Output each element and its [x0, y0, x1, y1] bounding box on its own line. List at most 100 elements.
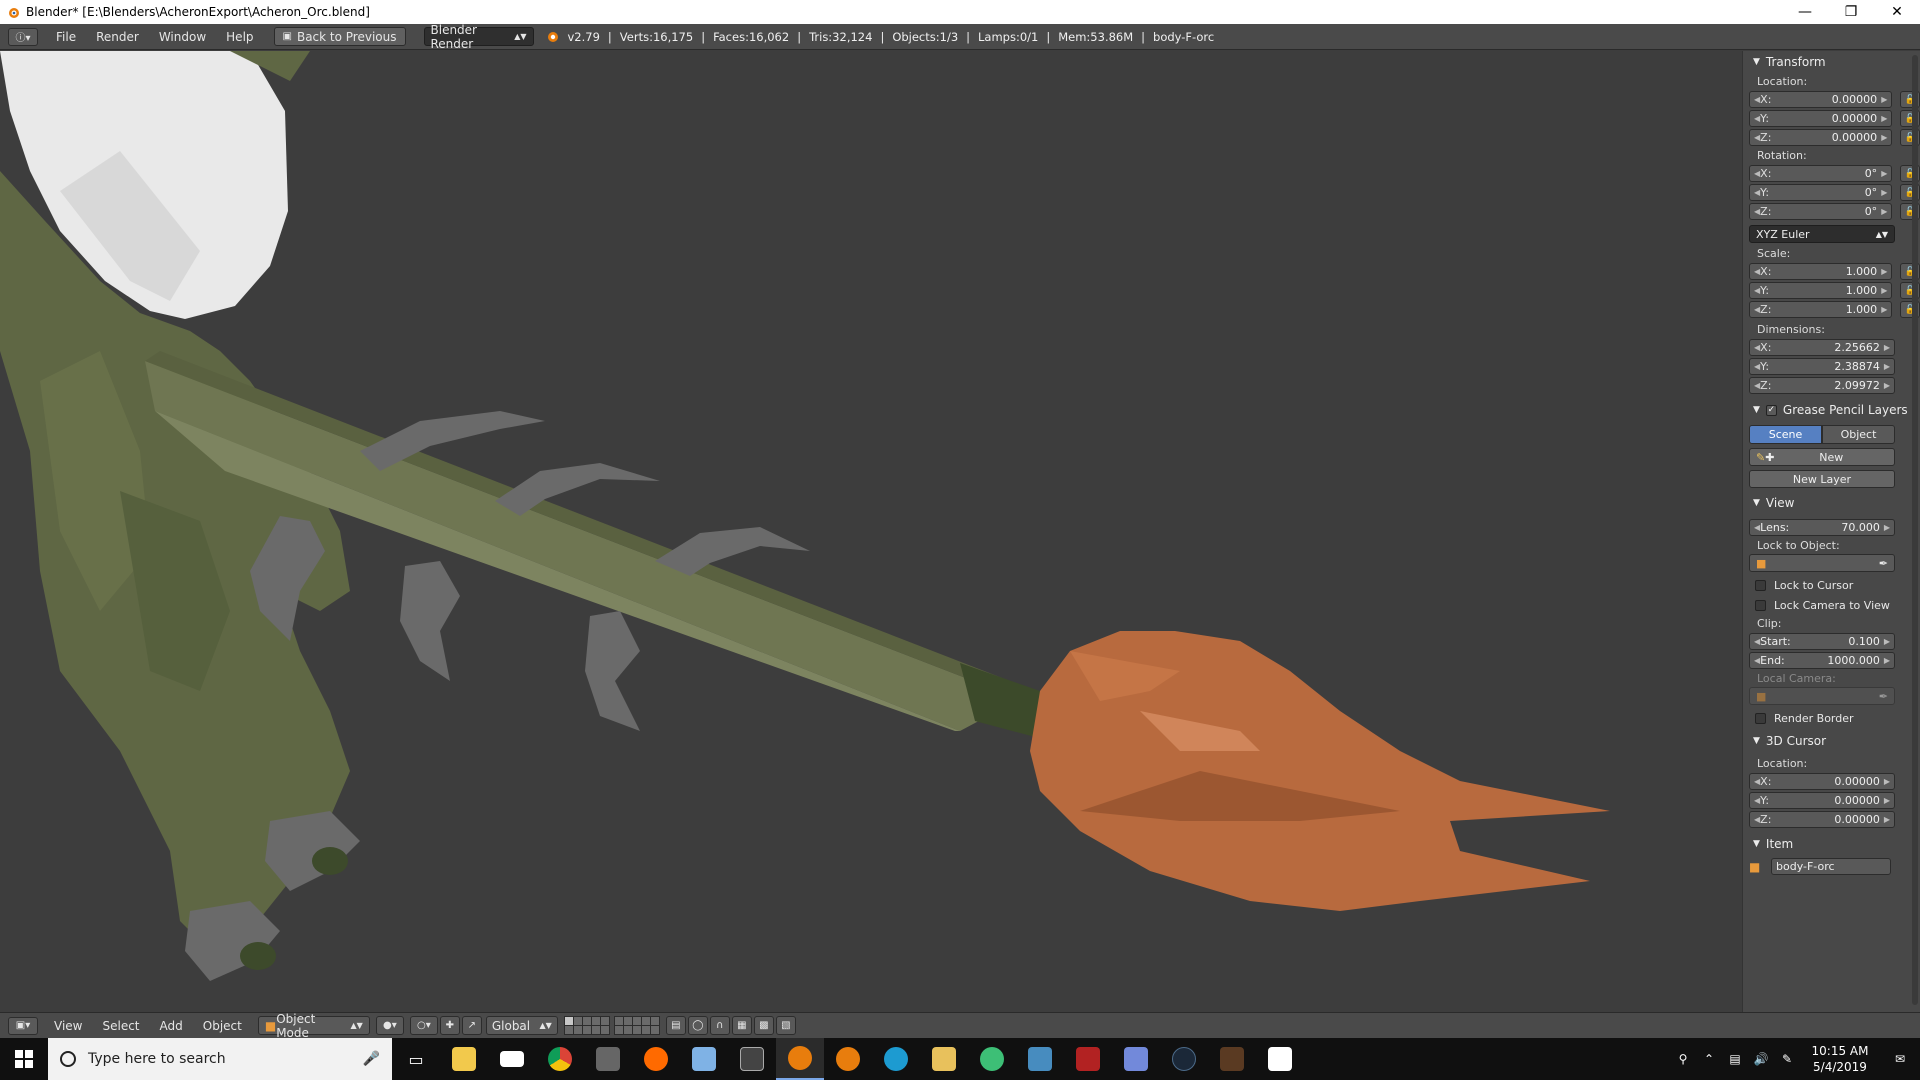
- location-z-field[interactable]: ◀ Z: 0.00000 ▶: [1749, 129, 1893, 146]
- app-button-4[interactable]: [968, 1038, 1016, 1080]
- app-button-1[interactable]: [584, 1038, 632, 1080]
- wordpress-button[interactable]: [872, 1038, 920, 1080]
- transform-orientation-select[interactable]: Global ▲▼: [485, 1016, 558, 1035]
- rotation-mode-select[interactable]: XYZ Euler ▲▼: [1749, 225, 1895, 243]
- blender-taskbar-button[interactable]: [776, 1038, 824, 1080]
- 3d-cursor-header[interactable]: ▼ 3D Cursor: [1743, 730, 1920, 752]
- people-icon[interactable]: ⚲: [1670, 1052, 1696, 1066]
- notifications-icon[interactable]: ✉: [1880, 1052, 1920, 1066]
- lens-field[interactable]: ◀ Lens: 70.000 ▶: [1749, 519, 1895, 536]
- grease-pencil-header[interactable]: ▼ ✓ Grease Pencil Layers: [1743, 399, 1920, 421]
- item-name-field[interactable]: body-F-orc: [1771, 858, 1891, 875]
- chrome-button[interactable]: [536, 1038, 584, 1080]
- cursor-x-field[interactable]: ◀ X: 0.00000 ▶: [1749, 773, 1895, 790]
- calculator-button[interactable]: [728, 1038, 776, 1080]
- lock-to-object-label: Lock to Object:: [1757, 539, 1840, 552]
- menu-help[interactable]: Help: [216, 27, 263, 47]
- render-animation-button[interactable]: ▧: [775, 1016, 796, 1035]
- app-button-5[interactable]: [1064, 1038, 1112, 1080]
- menu-file[interactable]: File: [46, 27, 86, 47]
- app-button-2[interactable]: [680, 1038, 728, 1080]
- volume-icon[interactable]: 🔊: [1748, 1052, 1774, 1066]
- dimensions-y-field[interactable]: ◀ Y: 2.38874 ▶: [1749, 358, 1895, 375]
- back-to-previous-button[interactable]: ▣ Back to Previous: [273, 27, 406, 46]
- file-explorer-button[interactable]: [440, 1038, 488, 1080]
- close-button[interactable]: ✕: [1874, 0, 1920, 24]
- render-border-checkbox[interactable]: [1755, 712, 1766, 724]
- lock-object-field[interactable]: ■ ✒: [1749, 554, 1895, 572]
- new-layer-button[interactable]: New Layer: [1749, 470, 1895, 488]
- menu-render[interactable]: Render: [86, 27, 149, 47]
- editor-type-button[interactable]: ⓘ▾: [8, 27, 38, 46]
- lock-layers-button[interactable]: ▤: [665, 1016, 686, 1035]
- lock-to-cursor-row[interactable]: Lock to Cursor: [1743, 575, 1920, 595]
- app-button-6[interactable]: [1208, 1038, 1256, 1080]
- transform-header[interactable]: ▼ Transform: [1743, 51, 1920, 73]
- panel-scrollbar[interactable]: [1912, 55, 1918, 1005]
- scale-x-field[interactable]: ◀ X: 1.000 ▶: [1749, 263, 1893, 280]
- microphone-icon[interactable]: 🎤: [363, 1051, 380, 1067]
- render-opengl-button[interactable]: ▩: [753, 1016, 774, 1035]
- location-x-field[interactable]: ◀ X: 0.00000 ▶: [1749, 91, 1893, 108]
- lock-camera-row[interactable]: Lock Camera to View: [1743, 595, 1920, 615]
- snap-toggle[interactable]: ∩: [709, 1016, 730, 1035]
- snap-element-button[interactable]: ▦: [731, 1016, 752, 1035]
- interaction-mode-select[interactable]: ■ Object Mode ▲▼: [257, 1012, 370, 1040]
- mail-button[interactable]: [488, 1038, 536, 1080]
- menu-window[interactable]: Window: [149, 27, 216, 47]
- clip-end-field[interactable]: ◀ End: 1000.000 ▶: [1749, 652, 1895, 669]
- cursor-y-field[interactable]: ◀ Y: 0.00000 ▶: [1749, 792, 1895, 809]
- tab-scene[interactable]: Scene: [1749, 425, 1822, 444]
- godot-button[interactable]: [1016, 1038, 1064, 1080]
- pivot-point-button[interactable]: ○▾: [409, 1016, 438, 1035]
- menu-view[interactable]: View: [44, 1016, 92, 1036]
- app-button-3[interactable]: [920, 1038, 968, 1080]
- proportional-edit-button[interactable]: ◯: [687, 1016, 708, 1035]
- rotation-y-field[interactable]: ◀ Y: 0° ▶: [1749, 184, 1893, 201]
- menu-add[interactable]: Add: [150, 1016, 193, 1036]
- editor-type-button[interactable]: ▣▾: [8, 1016, 38, 1035]
- location-y-field[interactable]: ◀ Y: 0.00000 ▶: [1749, 110, 1893, 127]
- item-header[interactable]: ▼ Item: [1743, 833, 1920, 855]
- clock[interactable]: 10:15 AM 5/4/2019: [1800, 1043, 1880, 1075]
- menu-object[interactable]: Object: [193, 1016, 252, 1036]
- scale-z-field[interactable]: ◀ Z: 1.000 ▶: [1749, 301, 1893, 318]
- discord-button[interactable]: [1112, 1038, 1160, 1080]
- blender-2-button[interactable]: [824, 1038, 872, 1080]
- chevron-up-icon[interactable]: ⌃: [1696, 1052, 1722, 1066]
- firefox-button[interactable]: [632, 1038, 680, 1080]
- maximize-button[interactable]: ❐: [1828, 0, 1874, 24]
- view-header[interactable]: ▼ View: [1743, 492, 1920, 514]
- layer-group-1[interactable]: [563, 1016, 610, 1035]
- dimensions-z-field[interactable]: ◀ Z: 2.09972 ▶: [1749, 377, 1895, 394]
- pen-icon[interactable]: ✎: [1774, 1052, 1800, 1066]
- rotation-x-field[interactable]: ◀ X: 0° ▶: [1749, 165, 1893, 182]
- manipulator-toggle[interactable]: ✚: [439, 1016, 460, 1035]
- blender-logo-icon: [9, 8, 19, 18]
- render-engine-select[interactable]: Blender Render ▲▼: [423, 23, 534, 51]
- scale-y-field[interactable]: ◀ Y: 1.000 ▶: [1749, 282, 1893, 299]
- viewport-shading-button[interactable]: ●▾: [375, 1016, 404, 1035]
- translate-manipulator-button[interactable]: ↗: [461, 1016, 482, 1035]
- cursor-z-field[interactable]: ◀ Z: 0.00000 ▶: [1749, 811, 1895, 828]
- photos-button[interactable]: [1256, 1038, 1304, 1080]
- dimensions-x-field[interactable]: ◀ X: 2.25662 ▶: [1749, 339, 1895, 356]
- new-grease-pencil-button[interactable]: ✎ ✚ New: [1749, 448, 1895, 466]
- clip-start-field[interactable]: ◀ Start: 0.100 ▶: [1749, 633, 1895, 650]
- render-border-row[interactable]: Render Border: [1743, 708, 1920, 728]
- steam-button[interactable]: [1160, 1038, 1208, 1080]
- lock-camera-checkbox[interactable]: [1755, 599, 1766, 611]
- start-button[interactable]: [0, 1038, 48, 1080]
- layer-buttons[interactable]: [563, 1016, 664, 1035]
- 3d-viewport[interactable]: [0, 51, 1742, 1012]
- network-icon[interactable]: ▤: [1722, 1052, 1748, 1066]
- minimize-button[interactable]: —: [1782, 0, 1828, 24]
- rotation-z-field[interactable]: ◀ Z: 0° ▶: [1749, 203, 1893, 220]
- grease-pencil-enable-checkbox[interactable]: ✓: [1765, 404, 1777, 416]
- taskbar-search[interactable]: Type here to search 🎤: [48, 1038, 392, 1080]
- task-view-button[interactable]: ▭: [392, 1038, 440, 1080]
- lock-to-cursor-checkbox[interactable]: [1755, 579, 1766, 591]
- menu-select[interactable]: Select: [92, 1016, 149, 1036]
- tab-object[interactable]: Object: [1822, 425, 1895, 444]
- layer-group-2[interactable]: [613, 1016, 660, 1035]
